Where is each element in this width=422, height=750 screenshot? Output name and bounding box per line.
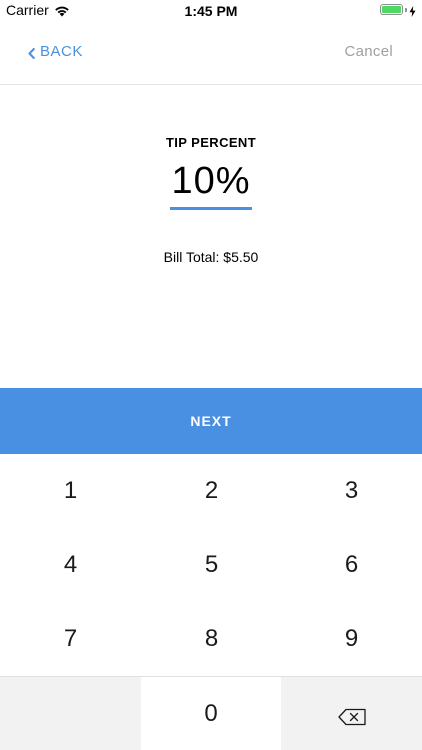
battery-icon [380, 4, 403, 15]
backspace-icon [337, 705, 367, 725]
key-7[interactable]: 7 [0, 602, 141, 676]
key-0[interactable]: 0 [141, 676, 281, 750]
nav-bar: BACK Cancel [0, 22, 422, 85]
key-3[interactable]: 3 [281, 454, 422, 528]
battery-tip [405, 7, 407, 12]
key-1[interactable]: 1 [0, 454, 141, 528]
chevron-left-icon [28, 46, 35, 59]
key-blank [0, 676, 141, 750]
key-5[interactable]: 5 [141, 528, 282, 602]
back-label: BACK [40, 43, 83, 60]
key-8[interactable]: 8 [141, 602, 282, 676]
bill-total: Bill Total: $5.50 [163, 249, 259, 265]
key-2[interactable]: 2 [141, 454, 282, 528]
battery-fill [382, 6, 401, 13]
tip-percent-value[interactable]: 10% [0, 160, 422, 203]
tip-percent-label: TIP PERCENT [165, 135, 257, 150]
next-button[interactable]: NEXT [0, 388, 422, 454]
key-6[interactable]: 6 [281, 528, 422, 602]
key-9[interactable]: 9 [281, 602, 422, 676]
numeric-keypad: 1 2 3 4 5 6 7 8 9 0 [0, 454, 422, 750]
status-time: 1:45 PM [184, 3, 238, 19]
key-4[interactable]: 4 [0, 528, 141, 602]
back-button[interactable]: BACK [28, 43, 83, 60]
tip-input-underline [170, 207, 252, 210]
status-bar: Carrier 1:45 PM [0, 0, 422, 22]
backspace-key[interactable] [281, 676, 422, 750]
battery-indicator [380, 4, 416, 17]
cancel-button[interactable]: Cancel [345, 43, 394, 60]
charging-bolt-icon [409, 4, 416, 17]
